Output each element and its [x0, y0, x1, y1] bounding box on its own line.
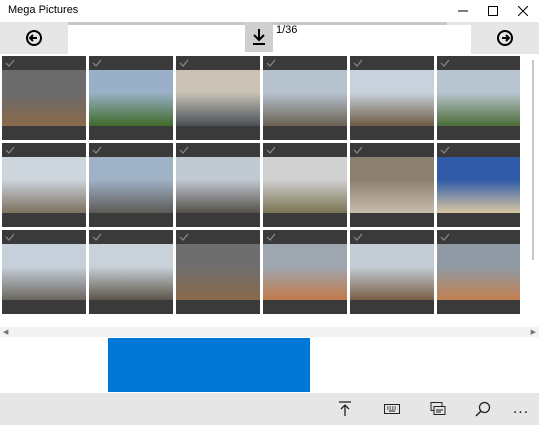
select-check-icon[interactable] [179, 232, 189, 242]
select-check-icon[interactable] [266, 145, 276, 155]
select-check-icon[interactable] [179, 145, 189, 155]
thumbnail-image [176, 70, 260, 126]
thumbnail-street-buildings[interactable] [176, 143, 260, 227]
thumbnail-canal-trees[interactable] [89, 230, 173, 314]
minimize-icon [458, 10, 468, 12]
select-check-icon[interactable] [5, 145, 15, 155]
thumbnail-manhole-cover-2[interactable] [176, 230, 260, 314]
previous-button[interactable] [0, 22, 68, 54]
keyboard-button[interactable] [372, 393, 412, 425]
thumbnail-image [350, 157, 434, 213]
maximize-button[interactable] [478, 0, 508, 22]
select-check-icon[interactable] [5, 58, 15, 68]
minimize-button[interactable] [448, 0, 478, 22]
search-icon [475, 401, 491, 417]
thumbnail-image [2, 244, 86, 300]
thumbnail-image [263, 157, 347, 213]
select-check-icon[interactable] [266, 232, 276, 242]
vertical-scrollbar[interactable] [530, 60, 536, 310]
thumbnail-image [176, 244, 260, 300]
thumbnail-image [89, 70, 173, 126]
horizontal-scrollbar[interactable]: ◀ ▶ [0, 327, 539, 337]
thumbnail-image [2, 157, 86, 213]
thumbnail-canal-walls[interactable] [2, 230, 86, 314]
thumbnail-image [437, 70, 520, 126]
slideshow-button[interactable] [418, 393, 458, 425]
thumbnail-canal-street[interactable] [263, 56, 347, 140]
title-bar: Mega Pictures [0, 0, 539, 22]
select-check-icon[interactable] [92, 58, 102, 68]
thumbnail-tile-floor-2[interactable] [437, 230, 520, 314]
select-check-icon[interactable] [353, 145, 363, 155]
upload-icon [339, 401, 351, 416]
thumbnail-tank-model-olive[interactable] [263, 143, 347, 227]
select-check-icon[interactable] [179, 58, 189, 68]
close-icon [518, 6, 528, 16]
search-button[interactable] [463, 393, 503, 425]
upload-button[interactable] [325, 393, 365, 425]
more-button[interactable]: ... [501, 393, 539, 425]
thumbnail-tank-model-gray[interactable] [176, 56, 260, 140]
select-check-icon[interactable] [5, 232, 15, 242]
select-check-icon[interactable] [440, 58, 450, 68]
thumbnail-green-field[interactable] [89, 56, 173, 140]
ad-banner[interactable] [108, 338, 310, 392]
thumbnail-image [89, 157, 173, 213]
next-button[interactable] [471, 22, 539, 54]
select-check-icon[interactable] [353, 232, 363, 242]
thumbnail-river-bridge[interactable] [437, 56, 520, 140]
select-check-icon[interactable] [266, 58, 276, 68]
bottom-app-bar: ... [0, 393, 539, 425]
close-button[interactable] [508, 0, 538, 22]
thumbnail-grid [0, 54, 520, 316]
app-title: Mega Pictures [8, 4, 79, 16]
select-check-icon[interactable] [440, 145, 450, 155]
download-button[interactable] [245, 22, 273, 52]
maximize-icon [488, 6, 498, 16]
page-counter: 1/36 [276, 24, 298, 36]
thumbnail-canal-steps[interactable] [2, 143, 86, 227]
thumbnail-street-sign[interactable] [89, 143, 173, 227]
select-check-icon[interactable] [440, 232, 450, 242]
select-check-icon[interactable] [92, 145, 102, 155]
thumbnail-image [2, 70, 86, 126]
next-arrow-icon [497, 30, 513, 46]
download-icon [253, 29, 265, 45]
keyboard-icon [384, 404, 400, 414]
scroll-left-arrow-icon[interactable]: ◀ [3, 328, 8, 336]
thumbnail-image [350, 70, 434, 126]
scroll-right-arrow-icon[interactable]: ▶ [531, 328, 536, 336]
thumbnail-statue[interactable] [350, 143, 434, 227]
thumbnail-image [350, 244, 434, 300]
vertical-scrollbar-thumb[interactable] [532, 60, 534, 260]
thumbnail-image [89, 244, 173, 300]
thumbnail-fence-path[interactable] [350, 230, 434, 314]
thumbnail-bare-trees[interactable] [350, 56, 434, 140]
thumbnail-image [263, 244, 347, 300]
thumbnail-image [176, 157, 260, 213]
slideshow-icon [430, 402, 446, 415]
thumbnail-tile-floor[interactable] [263, 230, 347, 314]
select-check-icon[interactable] [92, 232, 102, 242]
thumbnail-image [437, 244, 520, 300]
previous-arrow-icon [26, 30, 42, 46]
select-check-icon[interactable] [353, 58, 363, 68]
more-icon: ... [512, 400, 530, 417]
thumbnail-manhole-cover[interactable] [2, 56, 86, 140]
thumbnail-image [263, 70, 347, 126]
thumbnail-image [437, 157, 520, 213]
thumbnail-tank-model-tan[interactable] [437, 143, 520, 227]
